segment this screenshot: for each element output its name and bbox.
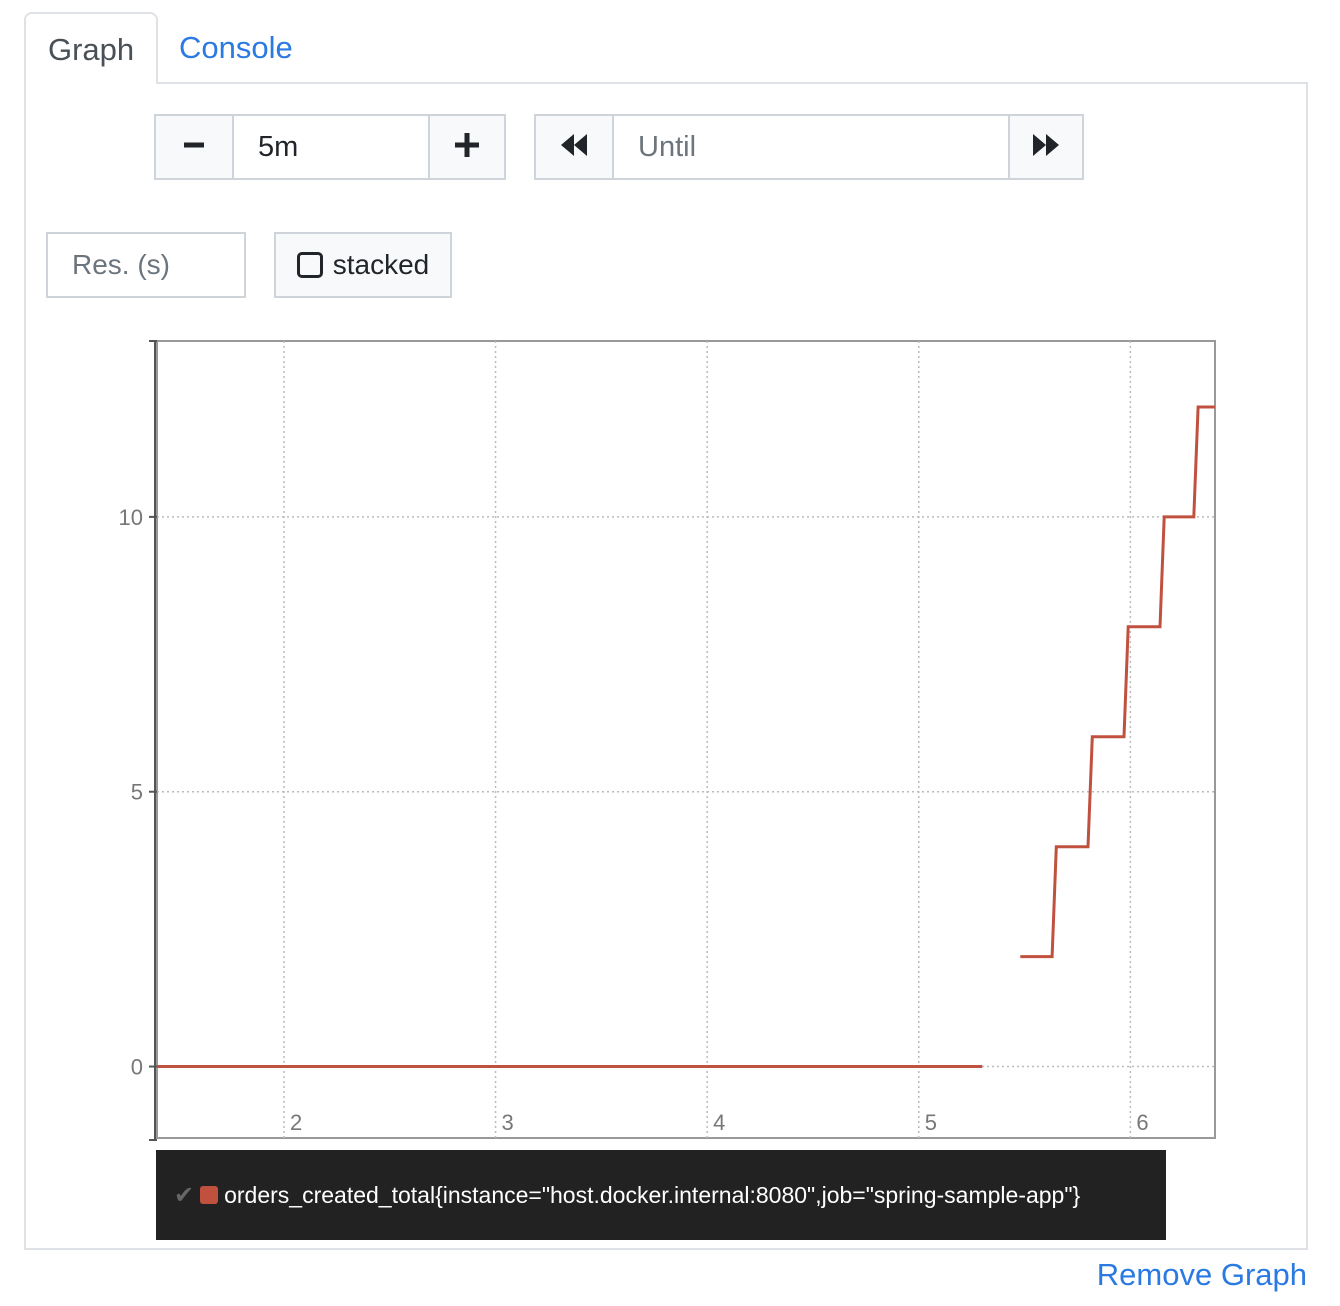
x-tick-label: 5 <box>925 1110 937 1135</box>
graph-chart: 2 3 4 5 6 0 5 10 <box>119 340 1216 1141</box>
remove-graph-link[interactable]: Remove Graph <box>1097 1257 1307 1293</box>
graph-legend: ✔ orders_created_total{instance="host.do… <box>156 1150 1166 1240</box>
y-tick-label: 10 <box>119 505 143 530</box>
x-tick-label: 6 <box>1136 1110 1148 1135</box>
x-tick-label: 4 <box>713 1110 725 1135</box>
x-tick-label: 2 <box>290 1110 302 1135</box>
legend-series-label[interactable]: orders_created_total{instance="host.dock… <box>224 1182 1080 1209</box>
x-tick-label: 3 <box>502 1110 514 1135</box>
check-icon[interactable]: ✔ <box>174 1181 194 1210</box>
y-tick-label: 0 <box>131 1055 143 1080</box>
tab-graph[interactable]: Graph <box>24 12 158 84</box>
plot-frame <box>156 340 1216 1139</box>
series-color-swatch <box>200 1186 219 1204</box>
series-line-segment <box>1020 405 1215 959</box>
y-tick-label: 5 <box>131 780 143 805</box>
